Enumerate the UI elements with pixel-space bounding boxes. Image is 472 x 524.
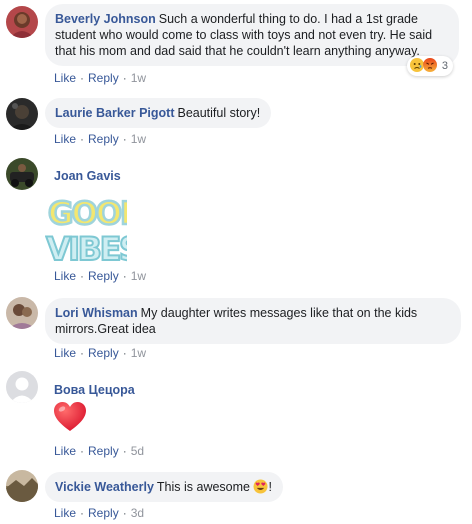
- heart-eyes-icon: [253, 479, 269, 494]
- timestamp[interactable]: 1w: [131, 269, 146, 283]
- avatar[interactable]: [6, 158, 38, 190]
- sticker-text: GOOD: [48, 196, 127, 232]
- reply-link[interactable]: Reply: [88, 269, 119, 283]
- separator-dot: ·: [122, 506, 127, 520]
- avatar[interactable]: [6, 6, 38, 38]
- separator-dot: ·: [122, 444, 127, 458]
- comment-text: This is awesome: [156, 480, 250, 494]
- separator-dot: ·: [122, 71, 127, 85]
- comment-bubble: Vickie Weatherly This is awesome !: [45, 472, 283, 502]
- comment-author[interactable]: Joan Gavis: [54, 169, 121, 183]
- timestamp[interactable]: 1w: [131, 132, 146, 146]
- reply-link[interactable]: Reply: [88, 132, 119, 146]
- like-link[interactable]: Like: [54, 346, 76, 360]
- timestamp[interactable]: 1w: [131, 346, 146, 360]
- comment-text-line: student who would come to class with toy…: [55, 28, 433, 42]
- like-link[interactable]: Like: [54, 506, 76, 520]
- heart-icon: [53, 401, 87, 438]
- timestamp[interactable]: 3d: [131, 506, 144, 520]
- avatar[interactable]: [6, 297, 38, 329]
- comment-author[interactable]: Vickie Weatherly: [55, 480, 154, 494]
- comment-actions: Like · Reply · 1w: [54, 346, 146, 360]
- comment-text-line: Such a wonderful thing to do. I had a 1s…: [158, 12, 418, 26]
- like-link[interactable]: Like: [54, 71, 76, 85]
- comment-text-line: My daughter writes messages like that on…: [140, 306, 418, 320]
- separator-dot: ·: [80, 506, 85, 520]
- like-link[interactable]: Like: [54, 444, 76, 458]
- avatar[interactable]: [6, 371, 38, 403]
- angry-face-icon: [422, 58, 439, 74]
- good-vibes-sticker: GOOD VIBES: [45, 190, 148, 269]
- separator-dot: ·: [80, 269, 85, 283]
- avatar[interactable]: [6, 98, 38, 130]
- comment-actions: Like · Reply · 1w: [54, 132, 146, 146]
- comment-bubble: Beverly Johnson Such a wonderful thing to…: [45, 4, 459, 76]
- like-link[interactable]: Like: [54, 269, 76, 283]
- comment-text-suffix: !: [268, 480, 272, 494]
- timestamp[interactable]: 5d: [131, 444, 144, 458]
- comment-bubble: Lori Whisman My daughter writes messages …: [45, 298, 461, 344]
- comment-actions: Like · Reply · 5d: [54, 444, 144, 458]
- separator-dot: ·: [122, 132, 127, 146]
- separator-dot: ·: [80, 71, 85, 85]
- comment-text: Beautiful story!: [177, 106, 261, 120]
- timestamp[interactable]: 1w: [131, 71, 146, 85]
- reply-link[interactable]: Reply: [88, 444, 119, 458]
- reply-link[interactable]: Reply: [88, 71, 119, 85]
- comment-author[interactable]: Lori Whisman: [55, 306, 138, 320]
- comment-actions: Like · Reply · 3d: [54, 506, 144, 520]
- comment-author-row: Joan Gavis: [45, 161, 135, 192]
- separator-dot: ·: [80, 132, 85, 146]
- comment-bubble: Laurie Barker Pigott Beautiful story!: [45, 98, 272, 128]
- sticker-text: VIBES: [46, 230, 127, 264]
- reply-link[interactable]: Reply: [88, 346, 119, 360]
- comment-actions: Like · Reply · 1w: [54, 71, 146, 85]
- reaction-count: 3: [441, 60, 448, 72]
- separator-dot: ·: [122, 346, 127, 360]
- separator-dot: ·: [80, 346, 85, 360]
- separator-dot: ·: [80, 444, 85, 458]
- comment-author[interactable]: Beverly Johnson: [55, 12, 156, 26]
- comment-author[interactable]: Вова Цецора: [54, 383, 135, 397]
- avatar[interactable]: [6, 470, 38, 502]
- comment-author[interactable]: Laurie Barker Pigott: [55, 106, 174, 120]
- comment-actions: Like · Reply · 1w: [54, 269, 146, 283]
- reactions-summary[interactable]: 3: [406, 56, 453, 76]
- reply-link[interactable]: Reply: [88, 506, 119, 520]
- comment-text-line: mirrors.Great idea: [55, 322, 156, 336]
- separator-dot: ·: [122, 269, 127, 283]
- like-link[interactable]: Like: [54, 132, 76, 146]
- comment-text-line: that his mom and dad said that he couldn…: [55, 44, 420, 58]
